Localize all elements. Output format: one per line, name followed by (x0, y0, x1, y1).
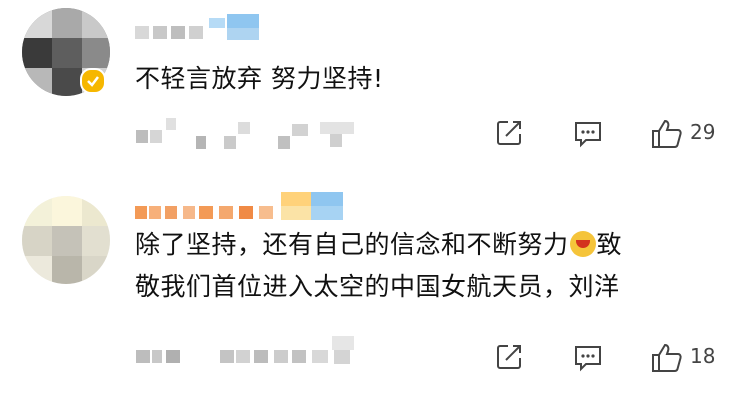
comment-text: 不轻言放弃 努力坚持! (135, 58, 383, 100)
comment-text: 除了坚持，还有自己的信念和不断努力致 敬我们首位进入太空的中国女航天员，刘洋 (135, 224, 622, 308)
share-icon (497, 121, 521, 145)
comment-line: 除了坚持，还有自己的信念和不断努力致 (135, 230, 623, 259)
like-button[interactable]: 29 (650, 118, 740, 148)
like-icon (652, 343, 682, 372)
comment-meta-row: 29 (0, 112, 750, 152)
share-icon (497, 345, 521, 369)
share-button[interactable] (494, 118, 524, 148)
comment-item: 不轻言放弃 努力坚持! 29 (0, 0, 750, 180)
verified-badge-icon (80, 68, 106, 94)
comment-line: 敬我们首位进入太空的中国女航天员，刘洋 (135, 272, 620, 301)
comment-icon (575, 346, 601, 372)
share-button[interactable] (494, 342, 524, 372)
comment-meta-row: 18 (0, 336, 750, 376)
reply-button[interactable] (572, 342, 604, 372)
comment-item: 除了坚持，还有自己的信念和不断努力致 敬我们首位进入太空的中国女航天员，刘洋 1… (0, 186, 750, 400)
reply-button[interactable] (572, 118, 604, 148)
like-count: 18 (690, 344, 716, 368)
like-count: 29 (690, 120, 716, 144)
like-icon (652, 119, 682, 148)
cheer-emoji-icon (569, 231, 596, 257)
comment-icon (575, 122, 601, 148)
like-button[interactable]: 18 (650, 342, 740, 372)
comment-line: 不轻言放弃 努力坚持! (135, 64, 384, 93)
avatar[interactable] (22, 196, 110, 284)
